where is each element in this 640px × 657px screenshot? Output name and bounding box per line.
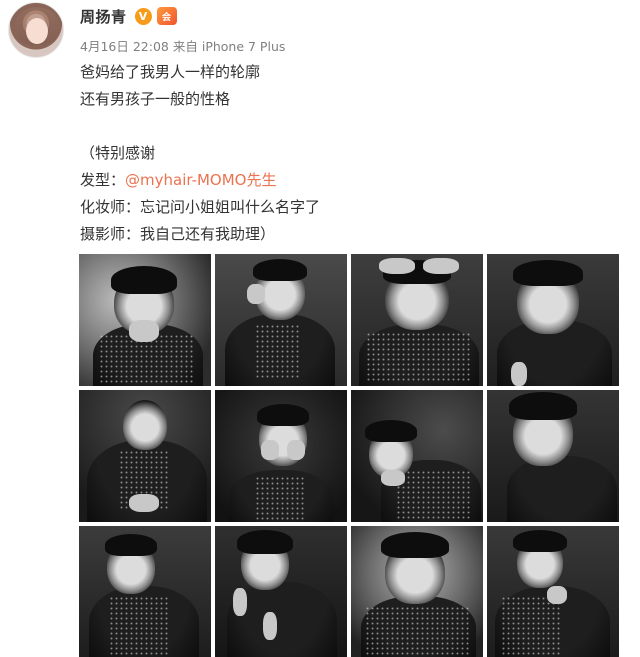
verified-icon[interactable]: V xyxy=(134,7,152,25)
photo-thumb[interactable] xyxy=(487,526,619,657)
member-icon[interactable]: 会 xyxy=(156,7,177,25)
source-device[interactable]: iPhone 7 Plus xyxy=(202,39,286,54)
post-date[interactable]: 4月16日 22:08 xyxy=(80,39,169,54)
source-prefix: 来自 xyxy=(172,39,198,54)
photo-grid xyxy=(79,254,619,657)
post-header: 周扬青 V 会 xyxy=(80,5,177,27)
text-line-2: 还有男孩子一般的性格 xyxy=(80,90,231,108)
username[interactable]: 周扬青 xyxy=(80,6,127,27)
text-line-3: （特别感谢 xyxy=(80,144,156,162)
post-text: 爸妈给了我男人一样的轮廓 还有男孩子一般的性格 （特别感谢 发型：@myhair… xyxy=(80,59,620,248)
photo-thumb[interactable] xyxy=(487,254,619,386)
photo-thumb[interactable] xyxy=(487,390,619,522)
text-blank-line xyxy=(80,113,620,140)
photo-credit-line: 摄影师：我自己还有我助理） xyxy=(80,225,276,243)
weibo-post: 周扬青 V 会 4月16日 22:08 来自 iPhone 7 Plus 爸妈给… xyxy=(0,0,640,657)
photo-thumb[interactable] xyxy=(79,526,211,657)
photo-thumb[interactable] xyxy=(215,526,347,657)
hair-label: 发型： xyxy=(80,171,126,189)
photo-thumb[interactable] xyxy=(351,390,483,522)
text-line-1: 爸妈给了我男人一样的轮廓 xyxy=(80,63,261,81)
avatar[interactable] xyxy=(8,2,64,58)
avatar-face xyxy=(26,18,48,44)
hair-mention-link[interactable]: @myhair-MOMO先生 xyxy=(125,171,276,189)
photo-thumb[interactable] xyxy=(79,254,211,386)
post-meta: 4月16日 22:08 来自 iPhone 7 Plus xyxy=(80,36,285,55)
hair-credit-line: 发型：@myhair-MOMO先生 xyxy=(80,167,620,194)
photo-thumb[interactable] xyxy=(351,526,483,657)
photo-thumb[interactable] xyxy=(351,254,483,386)
photo-thumb[interactable] xyxy=(215,390,347,522)
makeup-credit-line: 化妆师：忘记问小姐姐叫什么名字了 xyxy=(80,198,321,216)
photo-thumb[interactable] xyxy=(215,254,347,386)
photo-thumb[interactable] xyxy=(79,390,211,522)
